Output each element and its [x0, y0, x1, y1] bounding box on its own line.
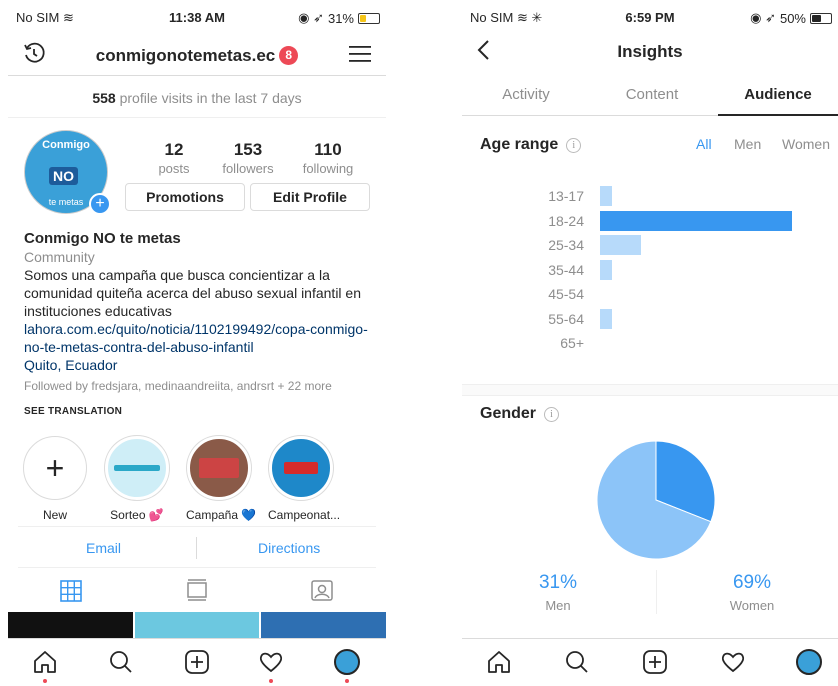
- highlight-sorteo[interactable]: Sorteo 💕: [104, 436, 170, 522]
- insights-header: Insights: [462, 30, 838, 74]
- tagged-icon[interactable]: [310, 578, 334, 602]
- profile-header: conmigonotemetas.ec 8: [8, 32, 386, 76]
- activity-dot: [345, 679, 349, 683]
- tab-content[interactable]: Content: [592, 86, 712, 103]
- highlight-new[interactable]: + New: [22, 436, 88, 522]
- notification-badge: 8: [279, 46, 299, 65]
- bio-location[interactable]: Quito, Ecuador: [24, 356, 374, 374]
- gender-pie-chart: [596, 440, 716, 560]
- divider: [196, 537, 197, 559]
- women-percent: 69%: [732, 572, 772, 593]
- promotions-button[interactable]: Promotions: [125, 183, 245, 211]
- bottom-nav: [462, 638, 838, 686]
- heart-icon[interactable]: [258, 649, 284, 675]
- age-bar: [600, 186, 612, 206]
- active-tab-indicator: [718, 114, 838, 116]
- age-tick-label: 25-34: [548, 237, 584, 253]
- profile-avatar-icon[interactable]: [334, 649, 360, 675]
- men-percent: 31%: [538, 572, 578, 593]
- page-title: Insights: [617, 42, 683, 61]
- age-bar: [600, 235, 641, 255]
- highlight-campeonato[interactable]: Campeonat...: [268, 436, 340, 522]
- profile-category: Community: [24, 249, 95, 265]
- post-grid: [8, 612, 386, 638]
- contact-bar: Email Directions: [18, 526, 376, 568]
- filter-men[interactable]: Men: [734, 136, 761, 152]
- age-tick-label: 45-54: [548, 286, 584, 302]
- location-icon: ◉ ➶: [298, 10, 324, 25]
- highlight-campana[interactable]: Campaña 💙: [186, 436, 256, 522]
- tab-activity[interactable]: Activity: [466, 86, 586, 103]
- insights-tabs: Activity Content Audience: [462, 76, 838, 116]
- age-range-heading: Age range i: [480, 136, 582, 154]
- stat-posts[interactable]: 12 posts: [134, 140, 214, 176]
- status-bar: No SIM ≋ ✳ 6:59 PM ◉ ➶ 50%: [462, 0, 838, 30]
- age-tick-label: 65+: [560, 335, 584, 351]
- gender-heading: Gender i: [480, 405, 560, 423]
- add-story-icon[interactable]: +: [89, 193, 111, 215]
- feed-list-icon[interactable]: [186, 578, 208, 602]
- followed-by[interactable]: Followed by fredsjara, medinaandreiita, …: [24, 377, 374, 395]
- tab-audience[interactable]: Audience: [718, 86, 838, 103]
- profile-bio: Conmigo NO te metas Community Somos una …: [24, 230, 374, 421]
- age-bar: [600, 210, 792, 231]
- filter-women[interactable]: Women: [782, 136, 830, 152]
- section-divider: [462, 384, 838, 396]
- edit-profile-button[interactable]: Edit Profile: [250, 183, 370, 211]
- highlight-cover-image: [269, 436, 333, 500]
- battery-percent: 50%: [779, 10, 806, 26]
- bottom-nav: [8, 638, 386, 686]
- age-bar: [600, 259, 612, 280]
- age-tick-label: 13-17: [548, 188, 584, 204]
- activity-dot: [43, 679, 47, 683]
- status-bar: No SIM ≋ 11:38 AM ◉ ➶ 31%: [8, 0, 386, 30]
- post-thumbnail[interactable]: [261, 612, 386, 638]
- battery-icon: [358, 12, 380, 24]
- stat-following[interactable]: 110 following: [288, 140, 368, 176]
- stat-followers[interactable]: 153 followers: [208, 140, 288, 176]
- age-tick-label: 35-44: [548, 261, 584, 278]
- info-icon[interactable]: i: [544, 407, 560, 422]
- profile-visits-banner[interactable]: 558 profile visits in the last 7 days: [8, 78, 386, 118]
- post-thumbnail[interactable]: [134, 612, 260, 638]
- username-title[interactable]: conmigonotemetas.ec 8: [8, 46, 386, 66]
- post-view-tabs: [8, 570, 386, 610]
- new-post-icon[interactable]: [184, 649, 210, 675]
- new-post-icon[interactable]: [642, 649, 668, 675]
- age-tick-label: 18-24: [548, 212, 584, 229]
- search-icon[interactable]: [108, 649, 134, 675]
- directions-button[interactable]: Directions: [258, 540, 320, 556]
- heart-icon[interactable]: [720, 649, 746, 675]
- grid-icon[interactable]: [60, 580, 82, 602]
- bio-link[interactable]: lahora.com.ec/quito/noticia/1102199492/c…: [24, 320, 374, 356]
- men-label: Men: [545, 598, 571, 613]
- see-translation-link[interactable]: SEE TRANSLATION: [24, 403, 374, 421]
- battery-percent: 31%: [327, 10, 354, 26]
- filter-all[interactable]: All: [696, 136, 712, 152]
- profile-avatar-icon[interactable]: [796, 649, 822, 675]
- age-tick-label: 55-64: [548, 310, 584, 327]
- home-icon[interactable]: [486, 649, 512, 675]
- home-icon[interactable]: [32, 649, 58, 675]
- post-thumbnail[interactable]: [8, 612, 133, 638]
- insights-screen: No SIM ≋ ✳ 6:59 PM ◉ ➶ 50% Insights Acti…: [462, 0, 838, 686]
- divider: [656, 570, 657, 614]
- age-bar: [600, 308, 612, 329]
- profile-screen: No SIM ≋ 11:38 AM ◉ ➶ 31% conmigonotemet…: [8, 0, 386, 686]
- info-icon[interactable]: i: [566, 138, 582, 153]
- location-icon: ◉ ➶: [750, 10, 776, 25]
- email-button[interactable]: Email: [86, 540, 121, 556]
- profile-name: Conmigo NO te metas: [24, 230, 181, 247]
- highlight-cover-image: [105, 436, 169, 500]
- highlight-cover-image: [187, 436, 251, 500]
- activity-dot: [269, 679, 273, 683]
- bio-description: Somos una campaña que busca concientizar…: [24, 267, 362, 319]
- battery-icon: [810, 12, 832, 24]
- menu-icon[interactable]: [348, 44, 372, 64]
- search-icon[interactable]: [564, 649, 590, 675]
- plus-icon: +: [45, 449, 65, 486]
- women-label: Women: [729, 598, 775, 613]
